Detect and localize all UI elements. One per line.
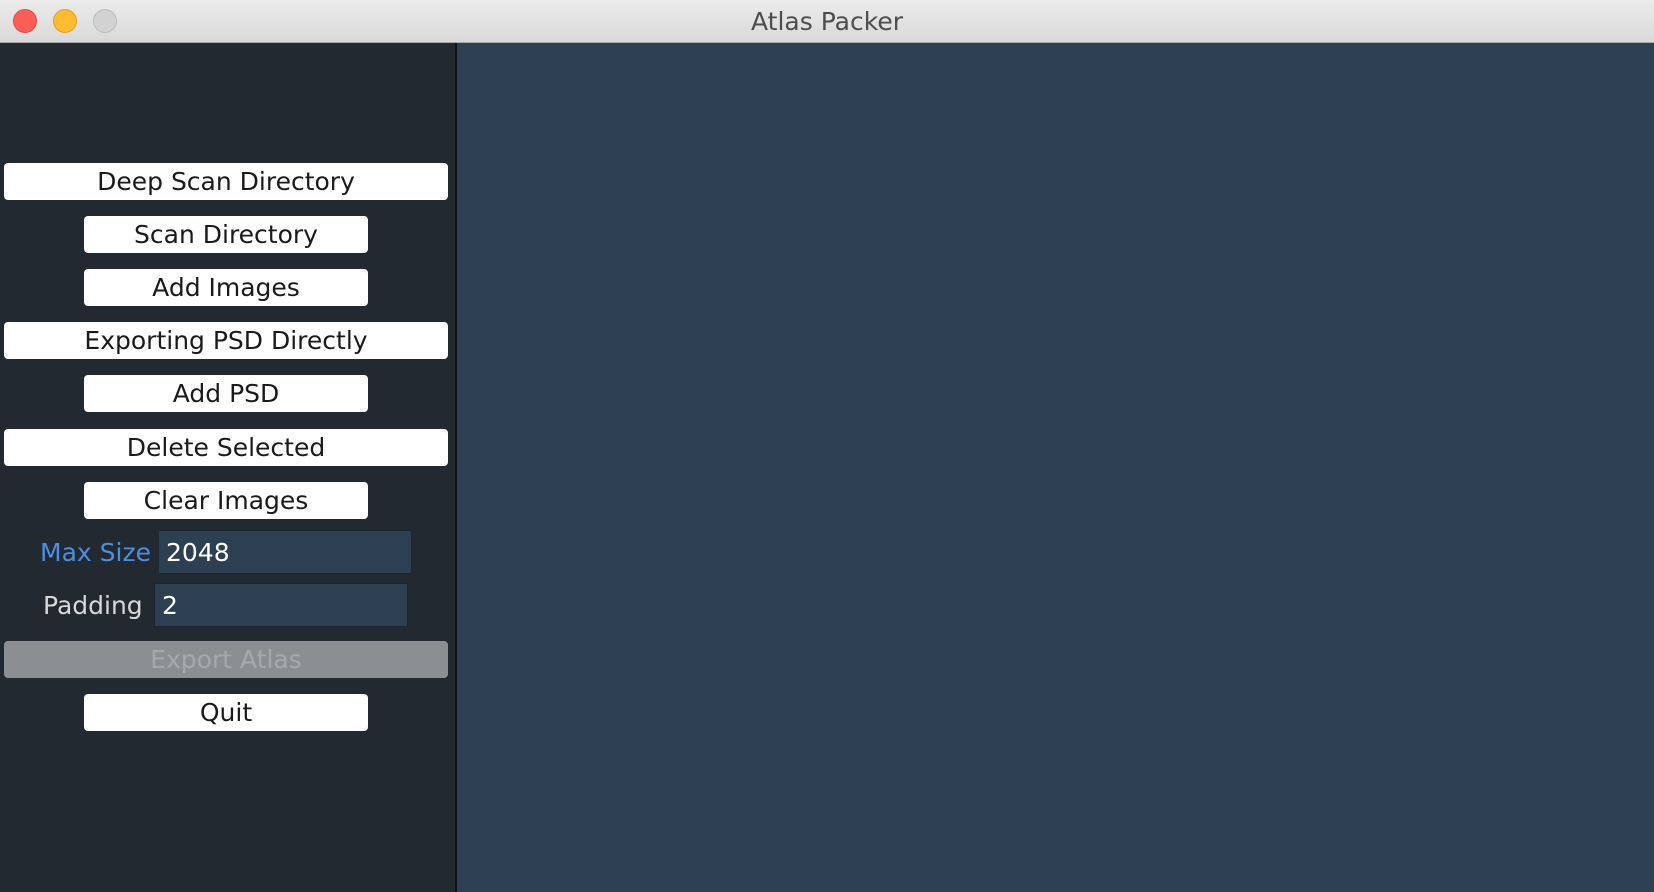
exporting-psd-directly-button[interactable]: Exporting PSD Directly xyxy=(4,322,448,359)
deep-scan-directory-button[interactable]: Deep Scan Directory xyxy=(4,163,448,200)
add-images-button[interactable]: Add Images xyxy=(84,269,368,306)
add-psd-button[interactable]: Add PSD xyxy=(84,375,368,412)
window-title: Atlas Packer xyxy=(751,7,903,36)
max-size-label: Max Size xyxy=(40,538,151,567)
title-bar: Atlas Packer xyxy=(0,0,1654,43)
atlas-preview-canvas[interactable] xyxy=(457,43,1654,892)
sidebar: Deep Scan Directory Scan Directory Add I… xyxy=(0,43,455,892)
delete-selected-button[interactable]: Delete Selected xyxy=(4,429,448,466)
clear-images-button[interactable]: Clear Images xyxy=(84,482,368,519)
scan-directory-button[interactable]: Scan Directory xyxy=(84,216,368,253)
export-atlas-button[interactable]: Export Atlas xyxy=(4,641,448,678)
padding-label: Padding xyxy=(43,591,143,620)
padding-input[interactable] xyxy=(154,583,408,627)
max-size-input[interactable] xyxy=(158,530,412,574)
quit-button[interactable]: Quit xyxy=(84,694,368,731)
app-window: Atlas Packer Deep Scan Directory Scan Di… xyxy=(0,0,1654,892)
